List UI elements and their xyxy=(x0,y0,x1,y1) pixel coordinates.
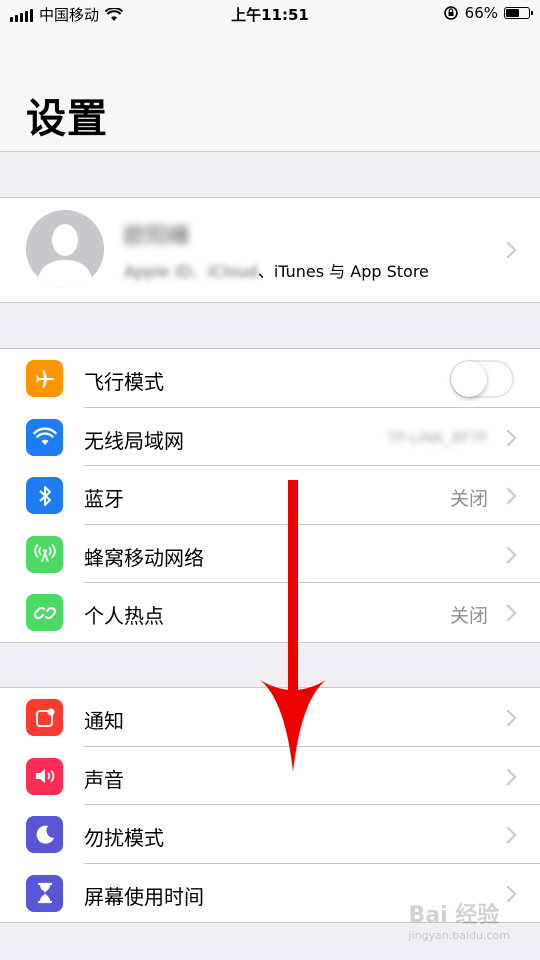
profile-subtitle: Apple ID、iCloud、iTunes 与 App Store xyxy=(124,258,429,282)
settings-row-notifications[interactable]: 通知 xyxy=(0,688,540,747)
orientation-lock-icon xyxy=(443,6,458,20)
hotspot-status: 关闭 xyxy=(449,605,488,627)
airplane-mode-toggle[interactable] xyxy=(450,360,514,398)
row-label: 声音 xyxy=(84,767,124,792)
row-label: 蓝牙 xyxy=(84,487,124,511)
row-label: 无线局域网 xyxy=(84,428,184,453)
row-label: 通知 xyxy=(84,709,124,733)
airplane-icon xyxy=(26,360,63,397)
apple-id-profile-row[interactable]: 欧阳峰 Apple ID、iCloud、iTunes 与 App Store xyxy=(0,197,540,303)
chevron-right-icon xyxy=(499,826,517,844)
row-label: 蜂窝移动网络 xyxy=(84,545,204,570)
chevron-right-icon xyxy=(499,709,517,727)
page-title: 设置 xyxy=(26,96,108,142)
chevron-right-icon xyxy=(499,429,517,446)
sound-icon xyxy=(26,757,63,795)
person-silhouette-icon xyxy=(36,224,94,288)
chevron-right-icon xyxy=(499,241,517,259)
settings-row-personal-hotspot[interactable]: 个人热点 关闭 xyxy=(0,583,540,642)
notifications-icon xyxy=(26,699,63,736)
settings-row-do-not-disturb[interactable]: 勿扰模式 xyxy=(0,805,540,864)
profile-subtitle-blurred: Apple ID、iCloud xyxy=(124,262,258,281)
connectivity-group: 飞行模式 无线局域网 TP-LINK_8F7F 蓝牙 关闭 蜂窝移动网络 个人热… xyxy=(0,348,540,643)
profile-subtitle-text: 、iTunes 与 App Store xyxy=(257,262,429,281)
avatar xyxy=(26,210,104,288)
cellular-icon xyxy=(26,535,63,573)
moon-icon xyxy=(26,816,63,853)
chevron-right-icon xyxy=(499,487,517,505)
row-label: 勿扰模式 xyxy=(84,826,164,850)
chevron-right-icon xyxy=(499,546,517,563)
settings-row-wlan[interactable]: 无线局域网 TP-LINK_8F7F xyxy=(0,408,540,466)
row-label: 飞行模式 xyxy=(84,370,164,394)
chevron-right-icon xyxy=(499,768,517,785)
settings-row-cellular[interactable]: 蜂窝移动网络 xyxy=(0,525,540,583)
status-bar: 中国移动 上午11:51 66% xyxy=(0,0,540,28)
chevron-right-icon xyxy=(499,604,517,622)
hourglass-icon xyxy=(26,874,63,912)
settings-row-bluetooth[interactable]: 蓝牙 关闭 xyxy=(0,466,540,525)
row-label: 屏幕使用时间 xyxy=(84,884,204,909)
wifi-icon xyxy=(26,418,63,456)
wifi-network-name: TP-LINK_8F7F xyxy=(387,428,488,447)
battery-percentage: 66% xyxy=(464,4,498,22)
bluetooth-status: 关闭 xyxy=(449,488,488,510)
bluetooth-icon xyxy=(26,477,63,514)
battery-icon xyxy=(504,7,533,19)
row-label: 个人热点 xyxy=(84,604,164,628)
hotspot-icon xyxy=(26,594,63,631)
notifications-group: 通知 声音 勿扰模式 屏幕使用时间 xyxy=(0,687,540,923)
baidu-watermark: Bai 经验 jingyan.baidu.com xyxy=(408,903,510,942)
profile-name: 欧阳峰 xyxy=(124,224,191,249)
settings-row-airplane-mode[interactable]: 飞行模式 xyxy=(0,349,540,408)
navigation-bar: 设置 xyxy=(0,28,540,152)
settings-row-sound[interactable]: 声音 xyxy=(0,747,540,805)
